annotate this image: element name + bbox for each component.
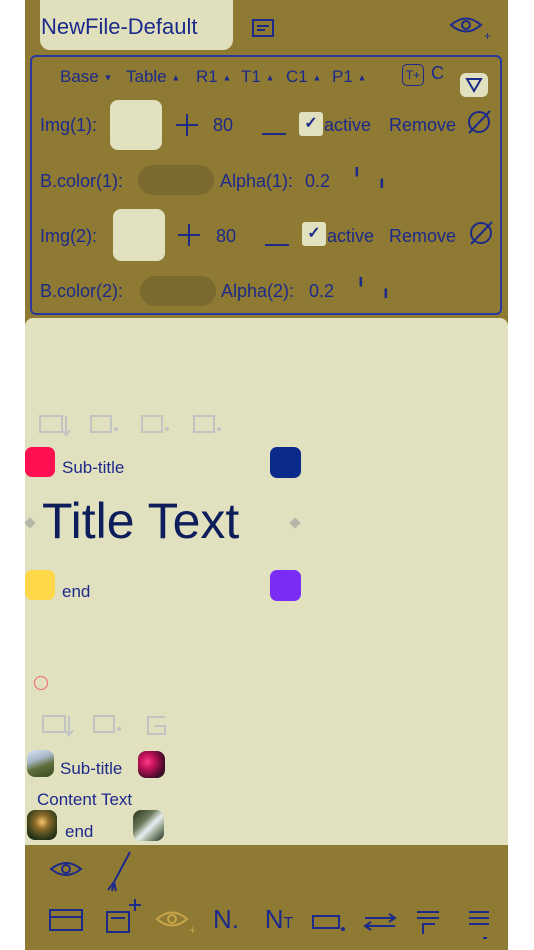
insert-below-icon[interactable] xyxy=(42,714,76,738)
bcolor2-swatch[interactable] xyxy=(140,276,216,306)
yellow-square[interactable] xyxy=(25,570,55,600)
empty-set-icon[interactable] xyxy=(466,109,492,135)
bcolor1-label: B.color(1): xyxy=(40,171,124,191)
preview-canvas: Sub-title Title Text end Sub-title Conte… xyxy=(24,318,508,845)
plus-icon[interactable] xyxy=(175,113,199,137)
photo-waterfall[interactable] xyxy=(133,810,164,841)
sub-title-text-2: Sub-title xyxy=(60,759,123,778)
img1-value: 80 xyxy=(213,115,234,135)
bcolor2-label: B.color(2): xyxy=(40,281,124,301)
note-bracket-icon[interactable] xyxy=(145,714,169,738)
alpha2-value: 0.2 xyxy=(309,281,335,301)
svg-text:+: + xyxy=(189,923,196,936)
file-save-icon[interactable] xyxy=(251,16,275,40)
img1-active-label: active xyxy=(324,115,372,135)
align-step-icon[interactable] xyxy=(415,908,441,936)
photo-landscape[interactable] xyxy=(27,750,54,777)
purple-square[interactable] xyxy=(270,570,301,601)
tab-base[interactable]: Base ▼ xyxy=(60,67,112,87)
bcolor1-swatch[interactable] xyxy=(138,165,214,195)
tab-t1[interactable]: T1 ▲ xyxy=(241,67,275,87)
card-icon[interactable] xyxy=(49,908,83,932)
alpha1-stepper-down-icon[interactable]: ╻ xyxy=(377,169,387,189)
content-text: Content Text xyxy=(37,790,133,809)
tab-add-text[interactable]: T+ xyxy=(402,64,424,86)
note-dot-icon[interactable] xyxy=(90,414,120,438)
image-settings-panel: Base ▼ Table ▲ R1 ▲ T1 ▲ C1 ▲ P1 ▲ T+ C … xyxy=(30,55,502,315)
tab-table[interactable]: Table ▲ xyxy=(126,67,180,87)
img2-label: Img(2): xyxy=(40,226,98,246)
tab-p1[interactable]: P1 ▲ xyxy=(332,67,366,87)
rectangle-dot-icon[interactable] xyxy=(312,910,346,934)
img1-swatch[interactable] xyxy=(110,100,162,150)
title-text: Title Text xyxy=(42,493,240,549)
end-text: end xyxy=(62,582,91,601)
brush-icon[interactable] xyxy=(105,850,133,892)
minus-icon[interactable] xyxy=(262,123,286,135)
alpha2-stepper-down-icon[interactable]: ╻ xyxy=(381,279,391,299)
empty-set-icon[interactable] xyxy=(468,220,494,246)
plus-icon[interactable] xyxy=(177,223,201,247)
img2-remove-button[interactable]: Remove xyxy=(389,226,456,247)
photo-flowers[interactable] xyxy=(138,751,165,778)
img2-active-label: active xyxy=(327,226,375,246)
photo-forest[interactable] xyxy=(27,810,57,840)
img2-active-checkbox[interactable]: ✓ xyxy=(302,222,326,246)
tab-c1[interactable]: C1 ▲ xyxy=(286,67,321,87)
record-circle-icon[interactable] xyxy=(34,676,48,690)
tab-add-c[interactable]: C xyxy=(431,63,444,84)
app-container: NewFile-Default + Base ▼ Table ▲ R1 ▲ T1… xyxy=(24,0,508,950)
eye-plus-icon-inactive[interactable]: + xyxy=(155,906,197,937)
note-dot-icon[interactable] xyxy=(93,714,123,738)
menu-lines-icon[interactable] xyxy=(467,908,491,942)
svg-text:+: + xyxy=(484,29,491,42)
insert-below-icon[interactable] xyxy=(39,414,73,438)
img2-swatch[interactable] xyxy=(113,209,165,261)
tab-r1[interactable]: R1 ▲ xyxy=(196,67,231,87)
note-dot-icon[interactable] xyxy=(141,414,171,438)
eye-icon[interactable] xyxy=(49,857,83,881)
navy-square[interactable] xyxy=(270,447,301,478)
sub-title-text: Sub-title xyxy=(62,458,125,477)
note-dot-icon[interactable] xyxy=(193,414,223,438)
alpha1-stepper-up-icon[interactable]: ╹ xyxy=(352,167,362,187)
swap-arrows-icon[interactable] xyxy=(363,912,397,932)
eye-plus-icon[interactable]: + xyxy=(449,12,493,43)
end-text-2: end xyxy=(65,822,94,841)
minus-icon[interactable] xyxy=(265,234,289,246)
right-handle-dot[interactable] xyxy=(289,517,301,529)
alpha2-stepper-up-icon[interactable]: ╹ xyxy=(356,277,366,297)
number-text-icon[interactable]: NT xyxy=(259,904,299,936)
add-note-icon[interactable] xyxy=(105,898,145,936)
left-handle-dot[interactable] xyxy=(24,517,36,529)
img1-active-checkbox[interactable]: ✓ xyxy=(299,112,323,136)
number-dot-icon[interactable]: N. xyxy=(208,904,244,936)
img1-label: Img(1): xyxy=(40,115,98,135)
alpha1-value: 0.2 xyxy=(305,171,331,191)
file-name-button[interactable]: NewFile-Default xyxy=(40,0,233,50)
alpha2-label: Alpha(2): xyxy=(221,281,295,301)
collapse-triangle-icon[interactable] xyxy=(460,73,488,97)
red-square[interactable] xyxy=(25,447,55,477)
img1-remove-button[interactable]: Remove xyxy=(389,115,456,136)
alpha1-label: Alpha(1): xyxy=(220,171,294,191)
img2-value: 80 xyxy=(216,226,237,246)
